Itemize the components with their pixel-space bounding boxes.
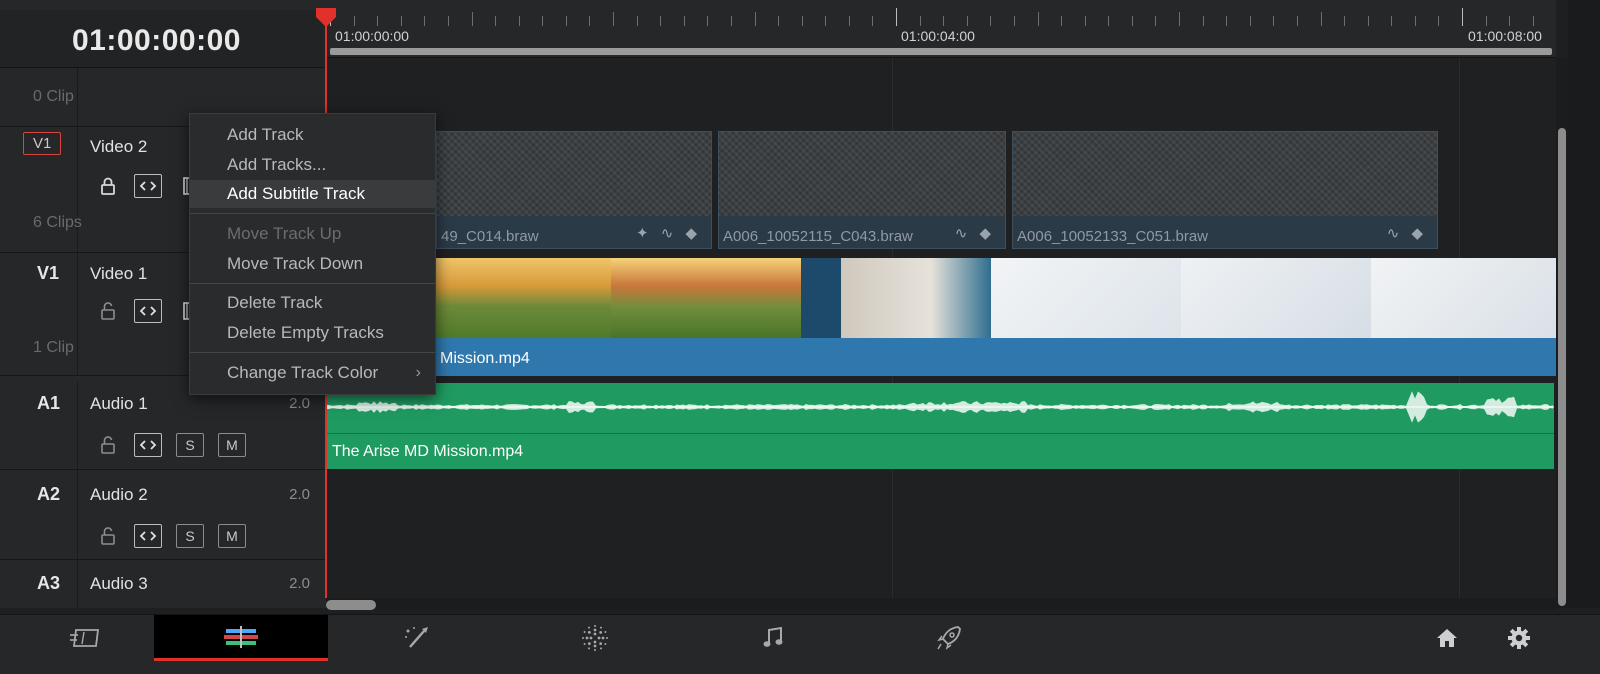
lock-icon[interactable] bbox=[94, 299, 122, 323]
clip-count: 1 Clip bbox=[33, 339, 74, 356]
clip-name: Mission.mp4 bbox=[440, 350, 530, 367]
playhead-handle[interactable] bbox=[314, 8, 338, 28]
video-clip[interactable]: A006_10052115_C043.braw ∿ ◆ bbox=[718, 131, 1006, 249]
clip-frame bbox=[1371, 258, 1556, 338]
auto-select-icon[interactable] bbox=[134, 524, 162, 548]
menu-item-delete-track[interactable]: Delete Track bbox=[190, 289, 435, 317]
auto-select-icon[interactable] bbox=[134, 299, 162, 323]
timeline-area[interactable]: 01:00:00:00 01:00:04:00 01:00:08:00 49_C… bbox=[326, 0, 1556, 608]
track-context-menu: Add Track Add Tracks... Add Subtitle Tra… bbox=[189, 113, 436, 395]
clip-thumbnail bbox=[1013, 132, 1437, 216]
timecode-value: 01:00:00:00 bbox=[72, 24, 241, 57]
lock-icon[interactable] bbox=[94, 524, 122, 548]
media-page-icon[interactable] bbox=[0, 615, 174, 661]
right-edge bbox=[1568, 0, 1600, 608]
ruler-range-bar[interactable] bbox=[330, 48, 1552, 55]
track-destination-button[interactable]: A2 bbox=[37, 484, 60, 505]
menu-item-add-tracks[interactable]: Add Tracks... bbox=[190, 151, 435, 179]
mute-button[interactable]: M bbox=[218, 433, 246, 457]
menu-item-move-track-up[interactable]: Move Track Up bbox=[190, 220, 435, 248]
scrollbar-thumb[interactable] bbox=[1558, 128, 1566, 606]
solo-button[interactable]: S bbox=[176, 433, 204, 457]
ruler-ticks bbox=[330, 8, 1534, 26]
clip-name: A006_10052133_C051.braw bbox=[1017, 228, 1208, 245]
menu-item-change-track-color[interactable]: Change Track Color › bbox=[190, 359, 435, 387]
clip-count: 6 Clips bbox=[33, 214, 82, 231]
clip-frame bbox=[841, 258, 991, 338]
settings-icon[interactable] bbox=[1432, 615, 1600, 661]
clip-name: 49_C014.braw bbox=[441, 228, 539, 245]
mute-button[interactable]: M bbox=[218, 524, 246, 548]
fusion-page-icon[interactable] bbox=[330, 615, 504, 661]
fairlight-page-icon[interactable] bbox=[686, 615, 860, 661]
page-navigation-bar bbox=[0, 614, 1600, 674]
chevron-right-icon: › bbox=[415, 364, 421, 381]
menu-separator bbox=[190, 213, 435, 214]
horizontal-scrollbar[interactable] bbox=[326, 598, 1556, 610]
menu-item-delete-empty-tracks[interactable]: Delete Empty Tracks bbox=[190, 319, 435, 347]
color-page-icon[interactable] bbox=[508, 615, 682, 661]
track-header-audio-2[interactable]: A2 Audio 2 2.0 S M bbox=[0, 470, 326, 560]
track-name[interactable]: Audio 3 bbox=[90, 574, 148, 594]
channel-format: 2.0 bbox=[289, 486, 310, 503]
clip-name: A006_10052115_C043.braw bbox=[723, 228, 913, 245]
track-destination-button[interactable]: A3 bbox=[37, 573, 60, 594]
channel-format: 2.0 bbox=[289, 575, 310, 592]
clip-effect-icons: ✦ ∿ ◆ bbox=[635, 225, 701, 242]
ruler-timecode-label: 01:00:08:00 bbox=[1468, 28, 1542, 44]
track-name[interactable]: Audio 1 bbox=[90, 394, 148, 414]
ruler-timecode-label: 01:00:00:00 bbox=[335, 28, 409, 44]
clip-count: 0 Clip bbox=[33, 88, 74, 105]
track-name[interactable]: Video 2 bbox=[90, 137, 147, 157]
auto-select-icon[interactable] bbox=[134, 174, 162, 198]
timecode-display: 01:00:00:00 bbox=[0, 10, 326, 68]
deliver-page-icon[interactable] bbox=[862, 615, 1036, 661]
clip-effect-icons: ∿ ◆ bbox=[1386, 225, 1427, 242]
lock-icon[interactable] bbox=[94, 174, 122, 198]
track-destination-button[interactable]: A1 bbox=[37, 393, 60, 414]
channel-format: 2.0 bbox=[289, 395, 310, 412]
menu-item-add-track[interactable]: Add Track bbox=[190, 121, 435, 149]
track-name[interactable]: Audio 2 bbox=[90, 485, 148, 505]
clip-frame bbox=[611, 258, 801, 338]
menu-item-move-track-down[interactable]: Move Track Down bbox=[190, 250, 435, 278]
vertical-scrollbar[interactable] bbox=[1556, 58, 1568, 608]
track-header-audio-3[interactable]: A3 Audio 3 2.0 bbox=[0, 560, 326, 608]
ruler-timecode-label: 01:00:04:00 bbox=[901, 28, 975, 44]
timeline-ruler[interactable]: 01:00:00:00 01:00:04:00 01:00:08:00 bbox=[326, 0, 1556, 58]
clip-thumbnail bbox=[719, 132, 1005, 216]
menu-separator bbox=[190, 352, 435, 353]
solo-button[interactable]: S bbox=[176, 524, 204, 548]
auto-select-icon[interactable] bbox=[134, 433, 162, 457]
scrollbar-thumb[interactable] bbox=[326, 600, 376, 610]
audio-waveform bbox=[326, 391, 1554, 423]
clip-frame bbox=[801, 258, 841, 338]
clip-name: The Arise MD Mission.mp4 bbox=[332, 443, 524, 460]
video-clip[interactable]: A006_10052133_C051.braw ∿ ◆ bbox=[1012, 131, 1438, 249]
clip-frame bbox=[436, 258, 611, 338]
menu-separator bbox=[190, 283, 435, 284]
audio-clip-a1[interactable]: The Arise MD Mission.mp4 bbox=[326, 383, 1554, 469]
menu-item-label: Change Track Color bbox=[227, 363, 379, 382]
video-clip[interactable]: 49_C014.braw ✦ ∿ ◆ bbox=[436, 131, 712, 249]
clip-frame bbox=[1181, 258, 1371, 338]
track-name[interactable]: Video 1 bbox=[90, 264, 147, 284]
clip-frame bbox=[991, 258, 1181, 338]
track-header-audio-1[interactable]: A1 Audio 1 2.0 S M bbox=[0, 382, 326, 470]
lock-icon[interactable] bbox=[94, 433, 122, 457]
track-destination-button[interactable]: V1 bbox=[37, 263, 59, 284]
video-clip-v1[interactable]: Mission.mp4 bbox=[436, 258, 1556, 376]
menu-item-add-subtitle-track[interactable]: Add Subtitle Track bbox=[190, 180, 435, 208]
edit-page-icon[interactable] bbox=[154, 615, 328, 661]
clip-thumbnail bbox=[437, 132, 711, 216]
clip-effect-icons: ∿ ◆ bbox=[954, 225, 995, 242]
track-destination-button[interactable]: V1 bbox=[23, 132, 62, 155]
